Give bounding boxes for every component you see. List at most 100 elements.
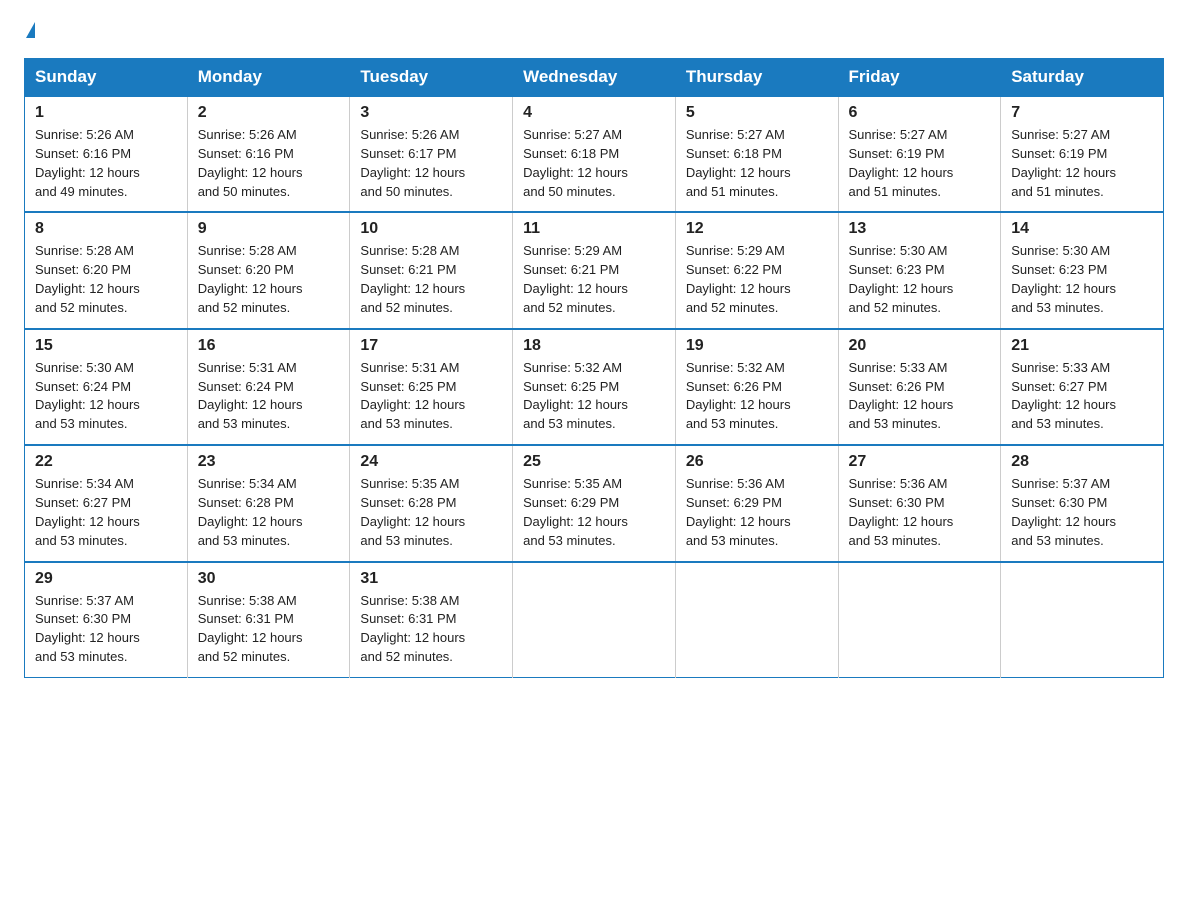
day-number: 8: [35, 220, 177, 238]
calendar-week-row: 29 Sunrise: 5:37 AM Sunset: 6:30 PM Dayl…: [25, 562, 1164, 678]
day-number: 3: [360, 104, 502, 122]
day-info: Sunrise: 5:37 AM Sunset: 6:30 PM Dayligh…: [35, 592, 177, 667]
day-info: Sunrise: 5:37 AM Sunset: 6:30 PM Dayligh…: [1011, 475, 1153, 550]
day-info: Sunrise: 5:27 AM Sunset: 6:19 PM Dayligh…: [1011, 126, 1153, 201]
header-tuesday: Tuesday: [350, 59, 513, 97]
day-info: Sunrise: 5:29 AM Sunset: 6:21 PM Dayligh…: [523, 242, 665, 317]
day-number: 24: [360, 453, 502, 471]
day-number: 18: [523, 337, 665, 355]
table-row: 28 Sunrise: 5:37 AM Sunset: 6:30 PM Dayl…: [1001, 445, 1164, 561]
table-row: 14 Sunrise: 5:30 AM Sunset: 6:23 PM Dayl…: [1001, 212, 1164, 328]
table-row: 21 Sunrise: 5:33 AM Sunset: 6:27 PM Dayl…: [1001, 329, 1164, 445]
day-info: Sunrise: 5:38 AM Sunset: 6:31 PM Dayligh…: [198, 592, 340, 667]
day-info: Sunrise: 5:36 AM Sunset: 6:30 PM Dayligh…: [849, 475, 991, 550]
table-row: 3 Sunrise: 5:26 AM Sunset: 6:17 PM Dayli…: [350, 96, 513, 212]
day-info: Sunrise: 5:32 AM Sunset: 6:25 PM Dayligh…: [523, 359, 665, 434]
day-info: Sunrise: 5:30 AM Sunset: 6:23 PM Dayligh…: [849, 242, 991, 317]
table-row: 16 Sunrise: 5:31 AM Sunset: 6:24 PM Dayl…: [187, 329, 350, 445]
table-row: 12 Sunrise: 5:29 AM Sunset: 6:22 PM Dayl…: [675, 212, 838, 328]
day-number: 10: [360, 220, 502, 238]
day-info: Sunrise: 5:27 AM Sunset: 6:18 PM Dayligh…: [523, 126, 665, 201]
day-info: Sunrise: 5:35 AM Sunset: 6:28 PM Dayligh…: [360, 475, 502, 550]
table-row: 10 Sunrise: 5:28 AM Sunset: 6:21 PM Dayl…: [350, 212, 513, 328]
page-header: [24, 24, 1164, 40]
day-number: 4: [523, 104, 665, 122]
day-info: Sunrise: 5:35 AM Sunset: 6:29 PM Dayligh…: [523, 475, 665, 550]
table-row: 4 Sunrise: 5:27 AM Sunset: 6:18 PM Dayli…: [513, 96, 676, 212]
day-info: Sunrise: 5:32 AM Sunset: 6:26 PM Dayligh…: [686, 359, 828, 434]
table-row: 18 Sunrise: 5:32 AM Sunset: 6:25 PM Dayl…: [513, 329, 676, 445]
table-row: 24 Sunrise: 5:35 AM Sunset: 6:28 PM Dayl…: [350, 445, 513, 561]
day-number: 30: [198, 570, 340, 588]
day-info: Sunrise: 5:26 AM Sunset: 6:17 PM Dayligh…: [360, 126, 502, 201]
day-number: 22: [35, 453, 177, 471]
calendar-week-row: 1 Sunrise: 5:26 AM Sunset: 6:16 PM Dayli…: [25, 96, 1164, 212]
calendar-week-row: 8 Sunrise: 5:28 AM Sunset: 6:20 PM Dayli…: [25, 212, 1164, 328]
table-row: [675, 562, 838, 678]
header-sunday: Sunday: [25, 59, 188, 97]
day-info: Sunrise: 5:28 AM Sunset: 6:20 PM Dayligh…: [198, 242, 340, 317]
day-info: Sunrise: 5:29 AM Sunset: 6:22 PM Dayligh…: [686, 242, 828, 317]
table-row: 30 Sunrise: 5:38 AM Sunset: 6:31 PM Dayl…: [187, 562, 350, 678]
day-number: 14: [1011, 220, 1153, 238]
header-wednesday: Wednesday: [513, 59, 676, 97]
day-number: 27: [849, 453, 991, 471]
table-row: 11 Sunrise: 5:29 AM Sunset: 6:21 PM Dayl…: [513, 212, 676, 328]
day-info: Sunrise: 5:28 AM Sunset: 6:21 PM Dayligh…: [360, 242, 502, 317]
day-number: 29: [35, 570, 177, 588]
table-row: [513, 562, 676, 678]
day-number: 12: [686, 220, 828, 238]
calendar-week-row: 15 Sunrise: 5:30 AM Sunset: 6:24 PM Dayl…: [25, 329, 1164, 445]
table-row: 20 Sunrise: 5:33 AM Sunset: 6:26 PM Dayl…: [838, 329, 1001, 445]
table-row: [838, 562, 1001, 678]
table-row: 5 Sunrise: 5:27 AM Sunset: 6:18 PM Dayli…: [675, 96, 838, 212]
day-info: Sunrise: 5:33 AM Sunset: 6:26 PM Dayligh…: [849, 359, 991, 434]
day-number: 28: [1011, 453, 1153, 471]
day-number: 20: [849, 337, 991, 355]
calendar-header-row: Sunday Monday Tuesday Wednesday Thursday…: [25, 59, 1164, 97]
day-number: 23: [198, 453, 340, 471]
day-number: 31: [360, 570, 502, 588]
day-number: 9: [198, 220, 340, 238]
table-row: 22 Sunrise: 5:34 AM Sunset: 6:27 PM Dayl…: [25, 445, 188, 561]
day-info: Sunrise: 5:34 AM Sunset: 6:28 PM Dayligh…: [198, 475, 340, 550]
day-number: 6: [849, 104, 991, 122]
day-info: Sunrise: 5:26 AM Sunset: 6:16 PM Dayligh…: [198, 126, 340, 201]
header-saturday: Saturday: [1001, 59, 1164, 97]
day-number: 13: [849, 220, 991, 238]
table-row: 6 Sunrise: 5:27 AM Sunset: 6:19 PM Dayli…: [838, 96, 1001, 212]
table-row: 2 Sunrise: 5:26 AM Sunset: 6:16 PM Dayli…: [187, 96, 350, 212]
day-number: 11: [523, 220, 665, 238]
day-info: Sunrise: 5:28 AM Sunset: 6:20 PM Dayligh…: [35, 242, 177, 317]
table-row: 25 Sunrise: 5:35 AM Sunset: 6:29 PM Dayl…: [513, 445, 676, 561]
day-number: 7: [1011, 104, 1153, 122]
header-monday: Monday: [187, 59, 350, 97]
day-info: Sunrise: 5:31 AM Sunset: 6:24 PM Dayligh…: [198, 359, 340, 434]
day-info: Sunrise: 5:30 AM Sunset: 6:24 PM Dayligh…: [35, 359, 177, 434]
table-row: 26 Sunrise: 5:36 AM Sunset: 6:29 PM Dayl…: [675, 445, 838, 561]
table-row: [1001, 562, 1164, 678]
day-number: 15: [35, 337, 177, 355]
table-row: 8 Sunrise: 5:28 AM Sunset: 6:20 PM Dayli…: [25, 212, 188, 328]
day-number: 26: [686, 453, 828, 471]
day-info: Sunrise: 5:26 AM Sunset: 6:16 PM Dayligh…: [35, 126, 177, 201]
logo: [24, 24, 35, 40]
table-row: 7 Sunrise: 5:27 AM Sunset: 6:19 PM Dayli…: [1001, 96, 1164, 212]
day-info: Sunrise: 5:27 AM Sunset: 6:18 PM Dayligh…: [686, 126, 828, 201]
table-row: 29 Sunrise: 5:37 AM Sunset: 6:30 PM Dayl…: [25, 562, 188, 678]
day-info: Sunrise: 5:31 AM Sunset: 6:25 PM Dayligh…: [360, 359, 502, 434]
header-thursday: Thursday: [675, 59, 838, 97]
day-number: 5: [686, 104, 828, 122]
day-number: 25: [523, 453, 665, 471]
day-info: Sunrise: 5:36 AM Sunset: 6:29 PM Dayligh…: [686, 475, 828, 550]
table-row: 31 Sunrise: 5:38 AM Sunset: 6:31 PM Dayl…: [350, 562, 513, 678]
day-number: 16: [198, 337, 340, 355]
table-row: 17 Sunrise: 5:31 AM Sunset: 6:25 PM Dayl…: [350, 329, 513, 445]
day-info: Sunrise: 5:30 AM Sunset: 6:23 PM Dayligh…: [1011, 242, 1153, 317]
table-row: 13 Sunrise: 5:30 AM Sunset: 6:23 PM Dayl…: [838, 212, 1001, 328]
table-row: 1 Sunrise: 5:26 AM Sunset: 6:16 PM Dayli…: [25, 96, 188, 212]
calendar-week-row: 22 Sunrise: 5:34 AM Sunset: 6:27 PM Dayl…: [25, 445, 1164, 561]
table-row: 9 Sunrise: 5:28 AM Sunset: 6:20 PM Dayli…: [187, 212, 350, 328]
day-number: 21: [1011, 337, 1153, 355]
day-info: Sunrise: 5:34 AM Sunset: 6:27 PM Dayligh…: [35, 475, 177, 550]
